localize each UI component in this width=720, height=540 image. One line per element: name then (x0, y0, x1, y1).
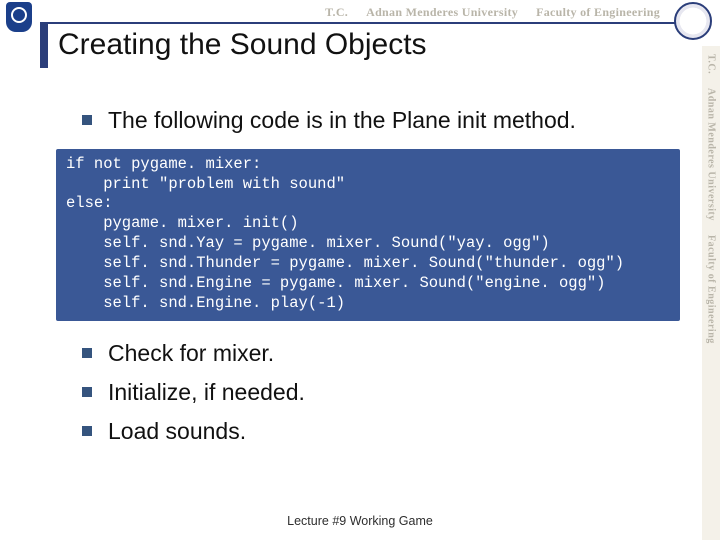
university-shield-icon (6, 2, 36, 36)
square-bullet-icon (82, 348, 92, 358)
university-seal-icon (674, 2, 712, 40)
square-bullet-icon (82, 115, 92, 125)
header-seg-tc: T.C. (325, 5, 348, 20)
page-title: Creating the Sound Objects (58, 28, 427, 62)
header-band: T.C. Adnan Menderes University Faculty o… (0, 0, 720, 24)
code-block: if not pygame. mixer: print "problem wit… (56, 149, 680, 322)
square-bullet-icon (82, 426, 92, 436)
content-area: The following code is in the Plane init … (56, 100, 680, 456)
header-seg-univ: Adnan Menderes University (366, 5, 518, 20)
header-seg-faculty: Faculty of Engineering (536, 5, 660, 20)
footer-text: Lecture #9 Working Game (0, 514, 720, 528)
bullet-row: The following code is in the Plane init … (82, 106, 680, 135)
sideband-seg-univ: Adnan Menderes University (706, 88, 717, 221)
sideband-seg-faculty: Faculty of Engineering (706, 235, 717, 344)
bullet-row: Check for mixer. (82, 339, 680, 368)
square-bullet-icon (82, 387, 92, 397)
side-band: T.C. Adnan Menderes University Faculty o… (702, 46, 720, 540)
bullet-text: Check for mixer. (108, 339, 274, 368)
bullet-text: The following code is in the Plane init … (108, 106, 576, 135)
bullet-text: Initialize, if needed. (108, 378, 305, 407)
bullet-text: Load sounds. (108, 417, 246, 446)
sideband-seg-tc: T.C. (706, 54, 717, 74)
bullet-row: Load sounds. (82, 417, 680, 446)
lower-bullets: Check for mixer. Initialize, if needed. … (56, 339, 680, 445)
bullet-row: Initialize, if needed. (82, 378, 680, 407)
title-accent-bar (40, 24, 48, 68)
